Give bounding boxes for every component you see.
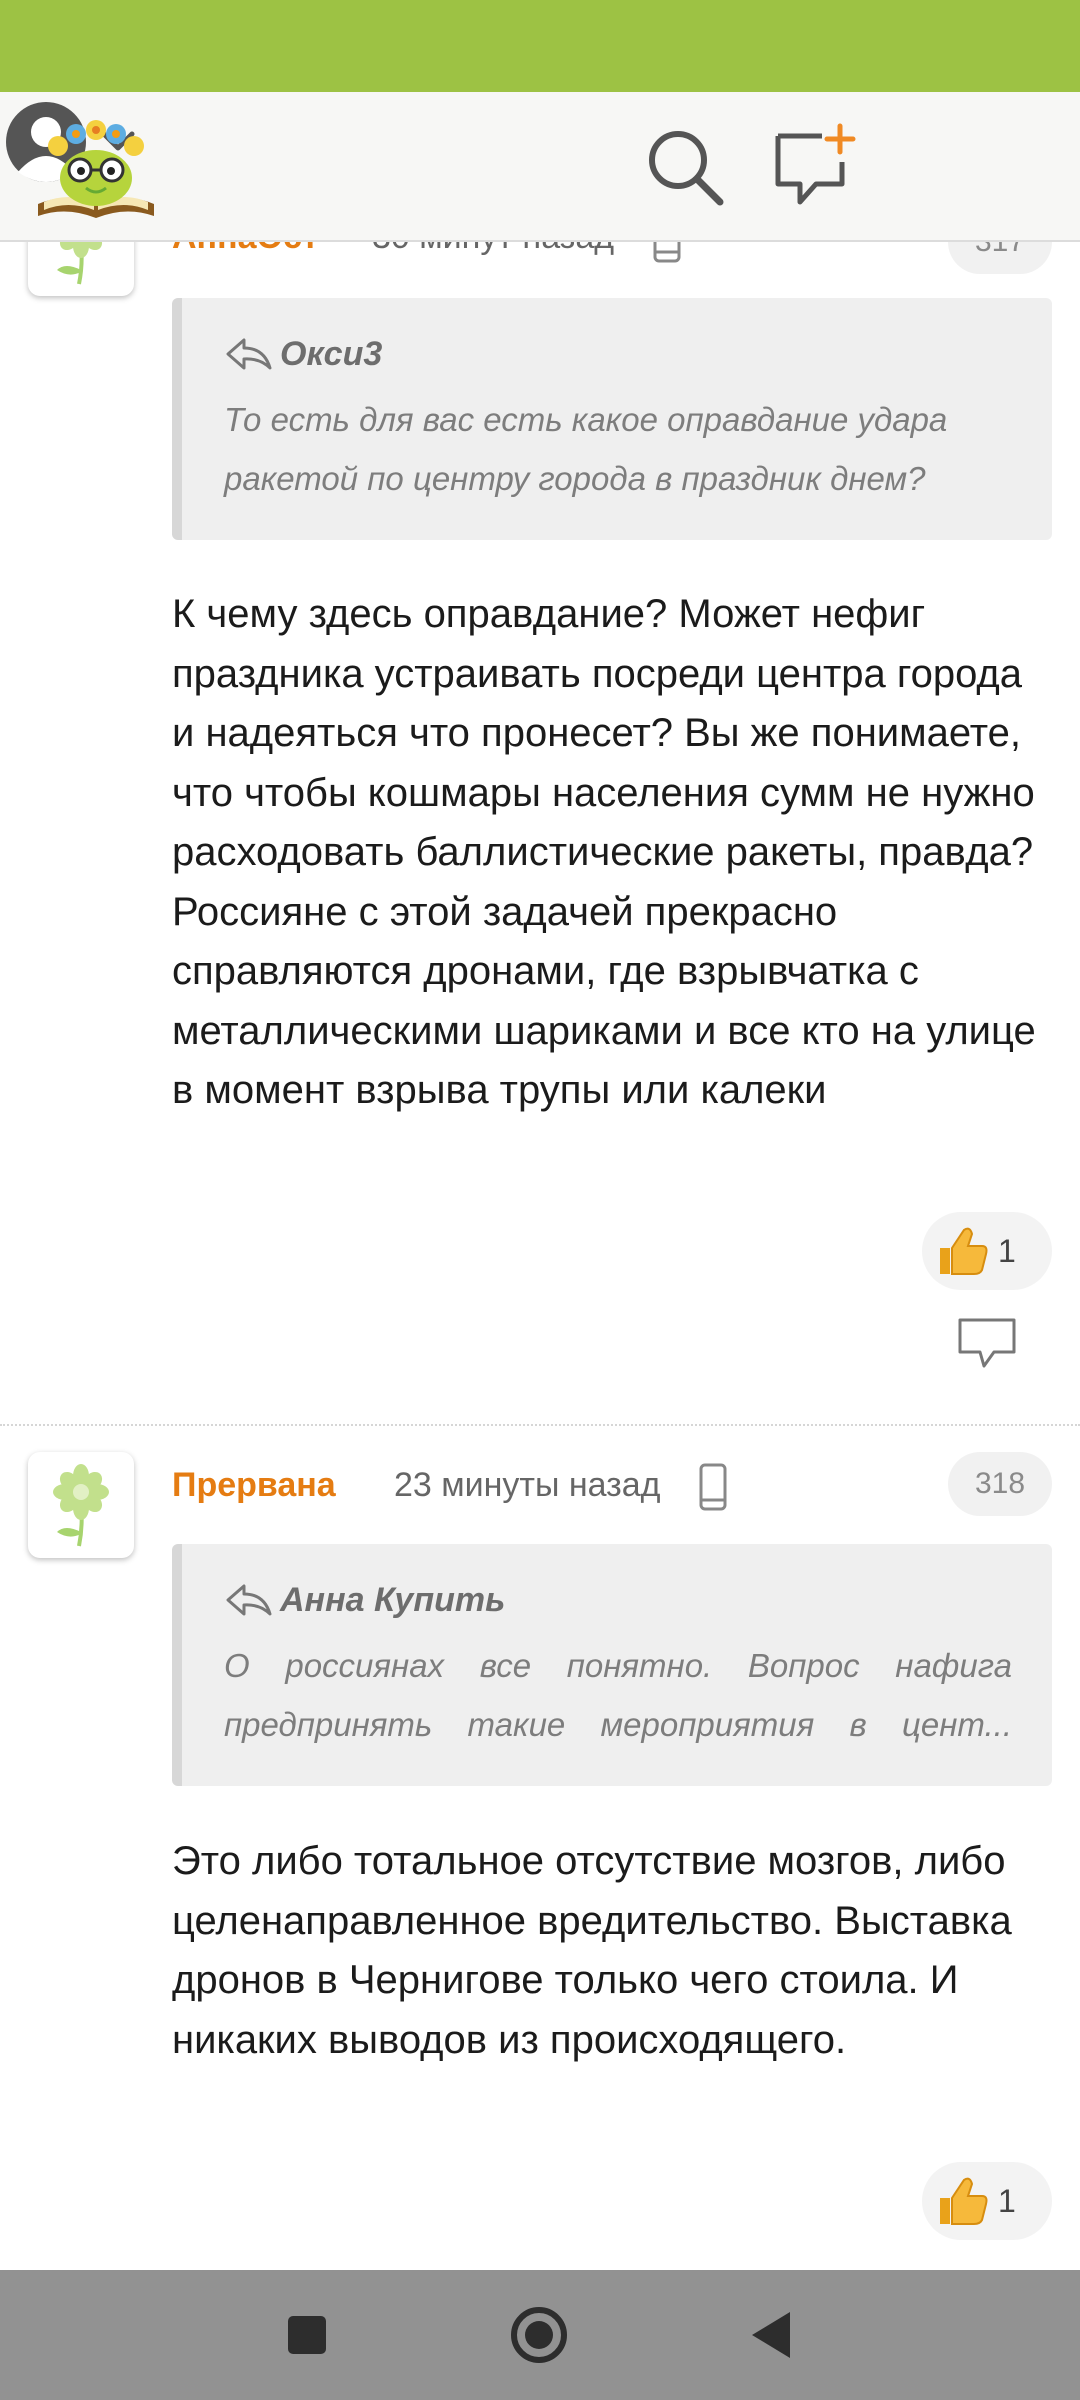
phone-icon (653, 240, 681, 263)
home-button[interactable] (494, 2292, 584, 2378)
app-header (0, 92, 1080, 242)
like-count: 1 (998, 1233, 1016, 1269)
comment-time: 23 минуты назад (394, 1466, 661, 1504)
reply-arrow-icon (226, 338, 272, 370)
thumbs-up-icon (940, 2177, 988, 2225)
quote-text: О россиянах все понятно. Вопрос нафига п… (224, 1647, 1012, 1743)
comment-text: К чему здесь оправдание? Может нефиг пра… (172, 592, 1036, 1112)
comment-divider (0, 1424, 1080, 1426)
comment-number[interactable]: 317 (948, 240, 1052, 274)
new-post-icon (775, 123, 856, 205)
home-circle-icon (511, 2307, 567, 2363)
new-post-button[interactable] (770, 122, 860, 212)
comment-number[interactable]: 318 (948, 1452, 1052, 1516)
comment-author[interactable]: Прервана (172, 1466, 336, 1505)
status-bar (0, 0, 1080, 92)
like-button[interactable]: 1 (922, 2162, 1052, 2240)
thumbs-up-icon (940, 1227, 988, 1275)
flower-avatar (53, 1464, 109, 1547)
quoted-reply[interactable]: Окси3 То есть для вас есть какое оправда… (172, 298, 1052, 540)
like-count: 1 (998, 2183, 1016, 2219)
avatar[interactable] (28, 240, 134, 296)
flower-avatar (57, 240, 103, 285)
quote-author: Анна Купить (280, 1580, 506, 1619)
comments-feed: АннаОст 30 минут назад 317 Окси3 То есть… (0, 240, 1080, 2270)
comment-text: Это либо тотальное отсутствие мозгов, ли… (172, 1839, 1012, 2062)
stop-square-icon (288, 2316, 326, 2354)
back-triangle-icon (752, 2312, 790, 2358)
comment-icon[interactable] (956, 1316, 1018, 1372)
phone-icon (699, 1463, 727, 1511)
avatar[interactable] (28, 1452, 134, 1558)
search-icon (649, 131, 724, 206)
comment-author[interactable]: АннаОст (172, 240, 319, 257)
recent-apps-button[interactable] (262, 2292, 352, 2378)
like-button[interactable]: 1 (922, 1212, 1052, 1290)
quote-author: Окси3 (280, 334, 383, 373)
comment-time: 30 минут назад (372, 240, 614, 257)
quote-text: То есть для вас есть какое оправдание уд… (224, 401, 948, 497)
quoted-reply[interactable]: Анна Купить О россиянах все понятно. Воп… (172, 1544, 1052, 1786)
back-button[interactable] (728, 2292, 818, 2378)
reply-arrow-icon (226, 1584, 272, 1616)
app-logo[interactable] (32, 112, 160, 224)
system-nav-bar (0, 2270, 1080, 2400)
search-button[interactable] (640, 122, 730, 212)
